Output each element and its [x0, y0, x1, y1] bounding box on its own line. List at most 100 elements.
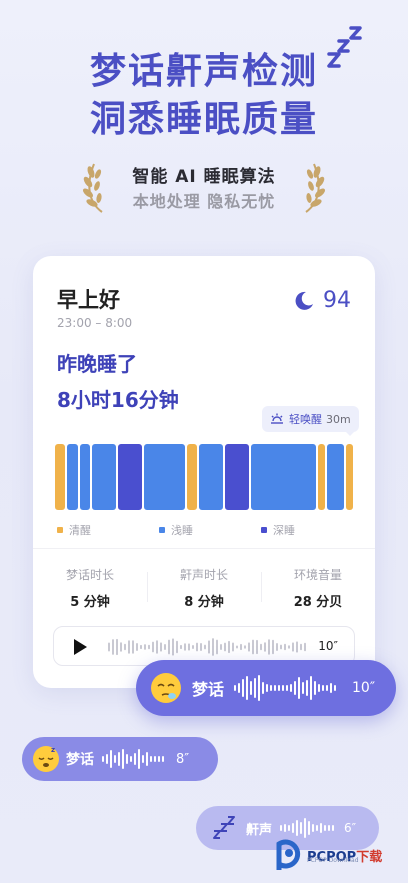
- legend-awake: 清醒: [57, 522, 91, 538]
- waveform-bar: [328, 825, 331, 831]
- waveform-bar: [254, 678, 257, 698]
- waveform-bar: [276, 642, 278, 652]
- waveform-bar: [280, 644, 282, 650]
- waveform-bar: [196, 642, 198, 652]
- watermark-sub: PCPOP Download: [307, 857, 359, 864]
- waveform-bar: [296, 641, 298, 653]
- waveform-bar: [120, 642, 122, 652]
- legend-awake-label: 清醒: [69, 524, 91, 537]
- waveform-bar: [176, 640, 178, 654]
- waveform-bar: [130, 756, 132, 762]
- watermark-brand-cn: 下载: [356, 849, 383, 865]
- waveform-bar: [294, 681, 297, 695]
- sunrise-icon: [271, 413, 283, 424]
- waveform-bar: [234, 685, 237, 691]
- waveform-bar: [264, 642, 266, 652]
- waveform-bar: [262, 682, 265, 694]
- waveform-bar: [138, 749, 140, 769]
- waveform-bar: [296, 820, 299, 836]
- waveform-bar: [232, 642, 234, 652]
- waveform-bar: [152, 641, 154, 653]
- stage-segment-awake: [55, 444, 66, 510]
- audio-duration: 10″: [318, 639, 338, 653]
- waveform-bar: [242, 679, 245, 697]
- waveform-bar: [288, 825, 291, 831]
- waveform-bar: [180, 644, 182, 650]
- waveform-bar: [154, 756, 156, 762]
- metric-env-volume: 环境音量 28 分贝: [261, 566, 375, 610]
- waveform-bar: [298, 677, 301, 699]
- play-icon[interactable]: [74, 639, 87, 655]
- waveform-bar: [250, 681, 253, 695]
- waveform-bar: [106, 754, 108, 764]
- sleep-report-card[interactable]: 早上好 23:00 – 8:00 94 昨晚睡了 8小时16分钟 轻唤醒 30m…: [33, 256, 375, 688]
- stage-segment-light: [199, 444, 224, 510]
- waveform-bar: [220, 644, 222, 650]
- waveform-bar: [256, 639, 258, 655]
- waveform-bar: [224, 642, 226, 652]
- waveform-bar: [282, 685, 285, 691]
- waveform-bar: [260, 643, 262, 651]
- metric-sleep-talk: 梦话时长 5 分钟: [33, 566, 147, 610]
- stage-segment-awake: [346, 444, 353, 510]
- waveform-bar: [228, 640, 230, 654]
- sleep-talk-clip-bubble[interactable]: z 梦话 8″: [22, 737, 218, 781]
- waveform-bar: [330, 683, 333, 693]
- waveform-bar: [122, 749, 124, 769]
- time-range: 23:00 – 8:00: [57, 316, 133, 330]
- pcpop-logo-icon: [276, 839, 301, 870]
- metric-label: 环境音量: [293, 568, 342, 582]
- stage-segment-awake: [186, 444, 198, 510]
- waveform[interactable]: [108, 635, 308, 659]
- metric-value: 8 分钟: [184, 595, 224, 610]
- zzz-icon: [327, 26, 362, 68]
- waveform-bar: [134, 753, 136, 765]
- stage-segment-awake: [318, 444, 325, 510]
- waveform-bar: [304, 818, 307, 838]
- waveform-bar: [238, 683, 241, 693]
- waveform-bar: [334, 685, 337, 691]
- waveform-bar: [204, 644, 206, 650]
- waveform-bar: [320, 823, 323, 833]
- waveform-bar: [102, 756, 104, 762]
- tagline-privacy: 本地处理 隐私无忧: [132, 192, 276, 211]
- stage-segment-light: [143, 444, 185, 510]
- waveform-bar: [300, 643, 302, 651]
- waveform-bar: [266, 684, 269, 692]
- waveform-bar: [278, 685, 281, 691]
- metric-snore: 鼾声时长 8 分钟: [147, 566, 261, 610]
- waveform-bar: [270, 685, 273, 691]
- waveform-bar: [318, 684, 321, 692]
- tagline-ai: 智能 AI 睡眠算法: [132, 167, 276, 187]
- sleep-talk-clip-bubble[interactable]: 梦话 10″: [136, 660, 396, 716]
- waveform: [234, 675, 337, 701]
- waveform-bar: [136, 643, 138, 651]
- hero: 梦话鼾声检测 洞悉睡眠质量 智能 AI 睡眠算法 本地处理 隐私无忧: [0, 0, 408, 250]
- legend-light-swatch: [159, 527, 165, 533]
- zzz-icon: [213, 816, 235, 839]
- waveform-bar: [208, 640, 210, 654]
- waveform-bar: [306, 680, 309, 696]
- divider: [33, 548, 375, 549]
- metric-label: 梦话时长: [65, 568, 114, 582]
- waveform-bar: [290, 684, 293, 692]
- waveform-bar: [280, 825, 283, 831]
- bubble-duration: 10″: [352, 680, 376, 696]
- waveform-bar: [332, 825, 335, 831]
- light-wake-badge[interactable]: 轻唤醒 30m: [262, 406, 359, 432]
- waveform-bar: [126, 754, 128, 764]
- waveform-bar: [274, 685, 277, 691]
- waveform-bar: [216, 639, 218, 655]
- waveform: [280, 818, 335, 838]
- waveform-bar: [300, 822, 303, 834]
- stage-segment-deep: [117, 444, 142, 510]
- stage-segment-light: [327, 444, 345, 510]
- waveform-bar: [304, 642, 306, 652]
- bubble-label: 鼾声: [246, 822, 273, 838]
- stage-segment-deep: [225, 444, 250, 510]
- waveform-bar: [132, 640, 134, 654]
- wake-label: 轻唤醒: [289, 413, 322, 426]
- waveform-bar: [272, 639, 274, 655]
- waveform-bar: [284, 824, 287, 832]
- metric-value: 28 分贝: [293, 595, 343, 610]
